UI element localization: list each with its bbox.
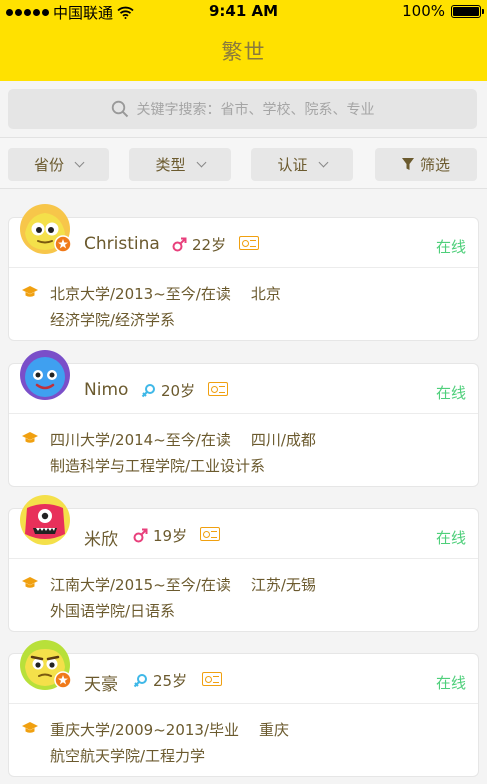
- gender-age: 19岁: [133, 525, 187, 546]
- id-card-icon: [200, 527, 220, 541]
- avatar: [20, 350, 70, 400]
- id-card-icon: [239, 236, 259, 250]
- user-age: 22岁: [192, 236, 227, 254]
- user-card[interactable]: 米欣 19岁 在线 江南大学/2015~至今/在读 江苏/无锡 外国语学院/日语系: [8, 495, 479, 632]
- user-card[interactable]: Christina 22岁 在线 北京大学/2013~至今/在读 北京 经济学院/…: [8, 204, 479, 341]
- chevron-down-icon: [196, 157, 206, 168]
- verify-label: 认证: [277, 156, 308, 174]
- department: 制造科学与工程学院/工业设计系: [50, 457, 266, 475]
- user-name: 米欣: [84, 530, 118, 550]
- chevron-down-icon: [74, 157, 85, 168]
- divider: [9, 267, 478, 268]
- chevron-down-icon: [318, 157, 328, 168]
- gender-age: 25岁: [133, 670, 187, 691]
- school-info: 重庆大学/2009~2013/毕业 重庆: [50, 719, 289, 740]
- id-card-icon: [202, 672, 222, 686]
- male-icon: [172, 237, 187, 252]
- female-icon: [141, 384, 155, 398]
- province-label: 省份: [33, 156, 64, 174]
- status-bar: 中国联通 9:41 AM 100%: [0, 0, 487, 22]
- department: 航空航天学院/工程力学: [50, 747, 206, 765]
- search-bar[interactable]: 关键字搜索：省市、学校、院系、专业: [8, 89, 477, 129]
- divider: [9, 703, 478, 704]
- school-detail: 重庆大学/2009~2013/毕业: [50, 721, 240, 739]
- filter-button[interactable]: 筛选: [375, 148, 477, 181]
- online-status: 在线: [435, 384, 466, 402]
- school-detail: 江南大学/2015~至今/在读: [50, 576, 231, 594]
- filter-label: 筛选: [419, 156, 450, 174]
- school-info: 北京大学/2013~至今/在读 北京: [50, 283, 281, 304]
- search-placeholder: 关键字搜索：省市、学校、院系、专业: [136, 102, 375, 118]
- gender-age: 22岁: [172, 234, 226, 255]
- online-status: 在线: [435, 529, 466, 547]
- avatar: [20, 204, 71, 254]
- user-age: 19岁: [153, 527, 188, 545]
- school-info: 四川大学/2014~至今/在读 四川/成都: [50, 429, 316, 450]
- graduation-cap-icon: [22, 286, 38, 297]
- user-name: 天豪: [84, 675, 118, 695]
- graduation-cap-icon: [22, 722, 38, 733]
- graduation-cap-icon: [22, 577, 38, 588]
- school-info: 江南大学/2015~至今/在读 江苏/无锡: [50, 574, 316, 595]
- department: 外国语学院/日语系: [50, 602, 176, 620]
- gender-age: 20岁: [141, 380, 195, 401]
- school-detail: 四川大学/2014~至今/在读: [50, 431, 231, 449]
- avatar: [20, 640, 71, 690]
- user-age: 20岁: [161, 382, 196, 400]
- type-label: 类型: [155, 156, 186, 174]
- id-card-icon: [208, 382, 228, 396]
- school-city: 北京: [250, 285, 281, 303]
- top-bar: 中国联通 9:41 AM 100% 繁世: [0, 0, 487, 81]
- divider: [9, 413, 478, 414]
- page-title: 繁世: [221, 40, 266, 64]
- user-card[interactable]: Nimo 20岁 在线 四川大学/2014~至今/在读 四川/成都 制造科学与工程…: [8, 350, 479, 487]
- user-name: Nimo: [84, 380, 129, 400]
- divider: [9, 558, 478, 559]
- avatar: [20, 495, 70, 545]
- filter-bar: 省份 类型 认证 筛选: [0, 137, 487, 189]
- male-icon: [133, 528, 148, 543]
- user-card[interactable]: 天豪 25岁 在线 重庆大学/2009~2013/毕业 重庆 航空航天学院/工程力…: [8, 640, 479, 777]
- school-city: 四川/成都: [250, 431, 316, 449]
- battery-icon: [451, 4, 484, 18]
- school-detail: 北京大学/2013~至今/在读: [50, 285, 231, 303]
- user-name: Christina: [84, 234, 160, 254]
- graduation-cap-icon: [22, 432, 38, 443]
- search-icon: [111, 100, 128, 118]
- female-icon: [133, 674, 147, 688]
- school-city: 重庆: [259, 721, 290, 739]
- verify-dropdown[interactable]: 认证: [251, 148, 353, 181]
- province-dropdown[interactable]: 省份: [8, 148, 109, 181]
- battery-percent: 100%: [402, 2, 445, 20]
- funnel-icon: [401, 158, 414, 170]
- school-city: 江苏/无锡: [250, 576, 316, 594]
- type-dropdown[interactable]: 类型: [129, 148, 231, 181]
- user-age: 25岁: [153, 672, 188, 690]
- department: 经济学院/经济学系: [50, 311, 176, 329]
- online-status: 在线: [435, 238, 466, 256]
- online-status: 在线: [435, 674, 466, 692]
